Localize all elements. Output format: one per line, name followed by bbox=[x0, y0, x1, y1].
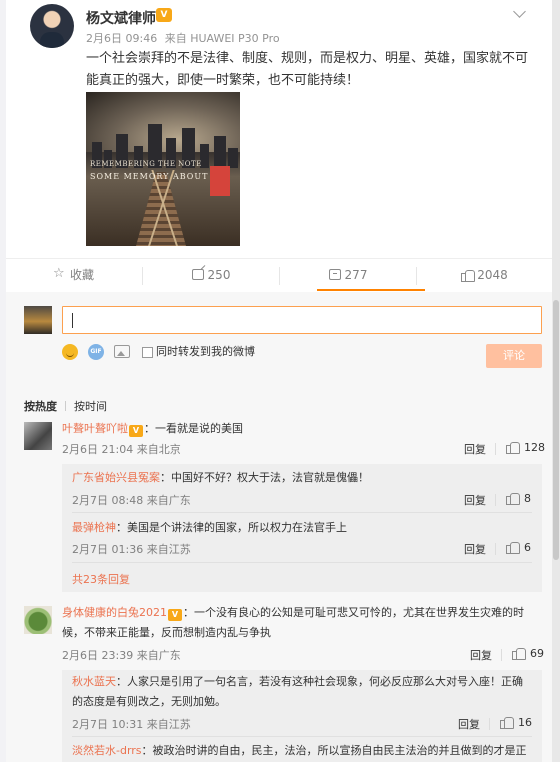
post-text: 一个社会崇拜的不是法律、制度、规则，而是权力、明星、英雄，国家就不可能真正的强大… bbox=[86, 51, 529, 88]
post-image[interactable]: REMEMBERING THE NOTE SOME MEMORY ABOUT bbox=[86, 92, 240, 246]
thumbs-up-icon bbox=[506, 492, 520, 505]
comment-meta: 2月6日 21:04 来自北京 bbox=[62, 443, 181, 456]
sub-commenter-name[interactable]: 秋水蓝天 bbox=[72, 675, 116, 688]
thumbs-up-icon bbox=[506, 541, 520, 554]
sub-comment-meta: 2月7日 01:36 来自江苏 bbox=[72, 543, 191, 556]
commenter-name[interactable]: 身体健康的白兔2021 bbox=[62, 606, 167, 619]
comment-like-count: 16 bbox=[518, 716, 532, 729]
comment-count: 277 bbox=[344, 268, 368, 282]
comment-text: 身体健康的白兔2021 V ：一个没有良心的公知是可耻可悲又可怜的，尤其在世界发生灾… bbox=[62, 604, 546, 622]
image-caption-1: REMEMBERING THE NOTE bbox=[90, 160, 202, 168]
commenter-avatar[interactable] bbox=[24, 422, 52, 450]
emoji-icon[interactable] bbox=[62, 344, 78, 360]
author-avatar[interactable] bbox=[30, 4, 74, 48]
comment-like-button[interactable]: 16 bbox=[500, 716, 532, 729]
vip-badge-icon: V bbox=[129, 425, 143, 437]
like-button[interactable]: 2048 bbox=[417, 259, 552, 291]
repost-checkbox[interactable] bbox=[142, 347, 153, 358]
sub-comment-text: 广东省始兴县冤案：中国好不好？权大于法，法官就是傀儡！ bbox=[72, 469, 532, 487]
post-source: 来自 HUAWEI P30 Pro bbox=[164, 32, 280, 45]
thumbs-up-icon bbox=[500, 716, 514, 729]
share-icon bbox=[191, 269, 204, 280]
post-date[interactable]: 2月6日 09:46 bbox=[86, 32, 157, 45]
sub-comment-text: 最弹枪神：美国是个讲法律的国家，所以权力在法官手上 bbox=[72, 519, 532, 537]
sub-comment-body: ：美国是个讲法律的国家，所以权力在法官手上 bbox=[116, 521, 347, 534]
weibo-post-card: 杨文斌律师 V 2月6日 09:46 来自 HUAWEI P30 Pro 一个社… bbox=[6, 0, 552, 762]
repost-count: 250 bbox=[207, 268, 231, 282]
commenter-name[interactable]: 叶聱叶聱吖啦 bbox=[62, 422, 128, 435]
comment-like-count: 128 bbox=[524, 441, 545, 454]
favorite-button[interactable]: 收藏 bbox=[6, 258, 142, 291]
comment-meta: 2月6日 23:39 来自广东 bbox=[62, 649, 181, 662]
comment-body: ：一个没有良心的公知是可耻可悲又可怜的，尤其在世界发生灾难的时 bbox=[183, 606, 524, 619]
commenter-avatar[interactable] bbox=[24, 606, 52, 634]
comment-like-count: 8 bbox=[524, 492, 531, 505]
image-icon[interactable] bbox=[114, 345, 130, 358]
sub-comment-text: 秋水蓝天：人家只是引用了一句名言，若没有这种社会现象，何必反应那么大对号入座！正… bbox=[72, 673, 538, 691]
sub-commenter-name[interactable]: 淡然若水-drrs bbox=[72, 744, 142, 757]
comment-body: ：一看就是说的美国 bbox=[144, 422, 243, 435]
gif-icon[interactable]: GIF bbox=[88, 344, 104, 360]
favorite-label: 收藏 bbox=[69, 268, 94, 282]
sub-comment-body: ：人家只是引用了一句名言，若没有这种社会现象，何必反应那么大对号入座！正确 bbox=[116, 675, 523, 688]
comment-like-button[interactable]: 69 bbox=[512, 647, 544, 660]
sub-comment-body: ：中国好不好？权大于法，法官就是傀儡！ bbox=[160, 471, 369, 484]
thumbs-up-icon bbox=[506, 441, 520, 454]
sub-comment-list: 秋水蓝天：人家只是引用了一句名言，若没有这种社会现象，何必反应那么大对号入座！正… bbox=[62, 670, 542, 762]
sort-by-hot-tab[interactable]: 按热度 bbox=[24, 400, 57, 413]
text-caret bbox=[72, 313, 73, 328]
repost-button[interactable]: 250 bbox=[143, 259, 279, 291]
vip-badge-icon: V bbox=[168, 609, 182, 621]
active-tab-indicator bbox=[317, 289, 425, 291]
comment-input[interactable] bbox=[62, 306, 542, 334]
comment-like-count: 6 bbox=[524, 541, 531, 554]
my-avatar[interactable] bbox=[24, 306, 52, 334]
comment-like-count: 69 bbox=[530, 647, 544, 660]
sub-comment-list: 广东省始兴县冤案：中国好不好？权大于法，法官就是傀儡！ 2月7日 08:48 来… bbox=[62, 464, 542, 592]
more-replies-link[interactable]: 共23条回复 bbox=[72, 571, 130, 587]
like-count: 2048 bbox=[477, 268, 508, 282]
thumbs-up-icon bbox=[512, 647, 526, 660]
thumbs-up-icon bbox=[461, 269, 476, 282]
star-icon bbox=[53, 258, 66, 290]
author-name[interactable]: 杨文斌律师 bbox=[86, 8, 156, 28]
comment-like-button[interactable]: 8 bbox=[506, 492, 531, 505]
seal-stamp bbox=[210, 166, 230, 196]
action-bar: 收藏 250 277 2048 bbox=[6, 258, 552, 291]
comment-section: GIF 同时转发到我的微博 评论 按热度 按时间 叶聱叶聱吖啦 V ：一看就是说的美国… bbox=[6, 292, 552, 762]
sub-comment-text: 淡然若水-drrs：被政治时讲的自由，民主，法治，所以宣扬自由民主法治的并且做到… bbox=[72, 742, 542, 760]
reply-button[interactable]: 回复 bbox=[464, 492, 486, 508]
comment-text-cont: 候，不带来正能量，反而想制造内乱与争执 bbox=[62, 626, 271, 639]
comment-like-button[interactable]: 128 bbox=[506, 441, 545, 454]
chevron-down-icon[interactable] bbox=[512, 6, 528, 16]
comment-button[interactable]: 277 bbox=[280, 259, 416, 291]
comment-text: 叶聱叶聱吖啦 V ：一看就是说的美国 bbox=[62, 420, 542, 438]
sub-comment-meta: 2月7日 08:48 来自广东 bbox=[72, 494, 191, 507]
post-meta: 2月6日 09:46 来自 HUAWEI P30 Pro bbox=[86, 30, 280, 46]
reply-button[interactable]: 回复 bbox=[470, 647, 492, 663]
sub-comment-text-cont: 的态度是有则改之，无则加勉。 bbox=[72, 695, 226, 708]
reply-button[interactable]: 回复 bbox=[458, 716, 480, 732]
sub-commenter-name[interactable]: 广东省始兴县冤案 bbox=[72, 471, 160, 484]
comment-icon bbox=[328, 269, 341, 280]
sub-commenter-name[interactable]: 最弹枪神 bbox=[72, 521, 116, 534]
reply-button[interactable]: 回复 bbox=[464, 541, 486, 557]
scrollbar-thumb[interactable] bbox=[553, 300, 559, 560]
sort-by-time-tab[interactable]: 按时间 bbox=[74, 400, 107, 413]
sort-tabs: 按热度 按时间 bbox=[24, 398, 107, 414]
vip-badge-icon: V bbox=[156, 8, 172, 22]
submit-comment-button[interactable]: 评论 bbox=[486, 344, 542, 368]
sub-comment-body: ：被政治时讲的自由，民主，法治，所以宣扬自由民主法治的并且做到的才是正 bbox=[141, 744, 527, 757]
image-caption-2: SOME MEMORY ABOUT bbox=[90, 172, 209, 181]
comment-like-button[interactable]: 6 bbox=[506, 541, 531, 554]
sub-comment-meta: 2月7日 10:31 来自江苏 bbox=[72, 718, 191, 731]
repost-checkbox-label[interactable]: 同时转发到我的微博 bbox=[156, 344, 255, 360]
scrollbar[interactable] bbox=[552, 0, 560, 762]
reply-button[interactable]: 回复 bbox=[464, 441, 486, 457]
